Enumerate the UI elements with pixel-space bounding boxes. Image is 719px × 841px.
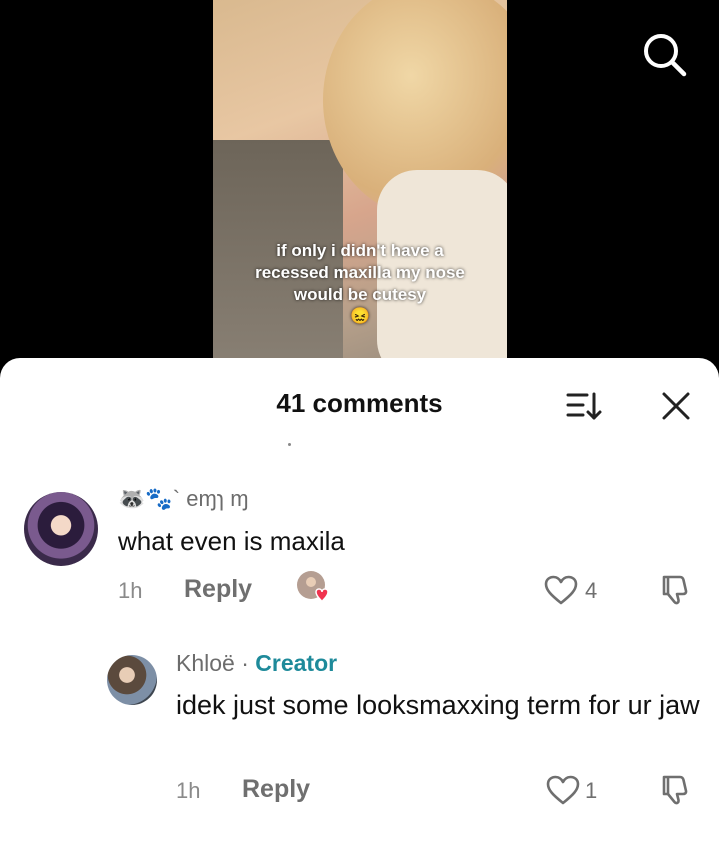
creator-liked-badge <box>296 570 330 604</box>
caption-emoji: 😖 <box>350 308 370 325</box>
reply-timestamp: 1h <box>176 778 201 803</box>
avatar[interactable] <box>107 655 157 705</box>
like-count: 4 <box>585 578 598 603</box>
username-separator: · <box>234 650 256 676</box>
reply-text: idek just some looksmaxxing term for ur … <box>176 690 700 720</box>
sort-icon[interactable] <box>563 386 603 426</box>
thumbs-down-icon[interactable] <box>658 773 692 807</box>
comment-timestamp: 1h <box>118 578 143 603</box>
creator-badge: Creator <box>255 650 338 676</box>
reply-button[interactable]: Reply <box>184 575 252 604</box>
like-count: 1 <box>585 778 598 803</box>
reply-button[interactable]: Reply <box>242 775 310 804</box>
heart-icon[interactable] <box>545 774 581 806</box>
comments-sheet: 41 comments 🦝🐾` eɱɿ ɱ what even is maxil… <box>0 358 719 841</box>
video-caption-text: if only i didn't have a recessed maxilla… <box>255 241 465 304</box>
avatar[interactable] <box>24 492 98 566</box>
comment-text: what even is maxila <box>118 526 345 556</box>
scroll-indicator-dot <box>288 443 291 446</box>
search-icon[interactable] <box>640 30 690 80</box>
video-area[interactable]: if only i didn't have a recessed maxilla… <box>0 0 719 380</box>
thumbs-down-icon[interactable] <box>658 573 692 607</box>
close-icon[interactable] <box>656 386 696 426</box>
video-caption: if only i didn't have a recessed maxilla… <box>240 240 480 328</box>
reply-username-line: Khloë · Creator <box>176 650 337 677</box>
comments-count-title: 41 comments <box>276 388 443 418</box>
reply-username[interactable]: Khloë <box>176 650 235 676</box>
comment-username[interactable]: 🦝🐾` eɱɿ ɱ <box>118 486 249 512</box>
heart-icon[interactable] <box>543 574 579 606</box>
